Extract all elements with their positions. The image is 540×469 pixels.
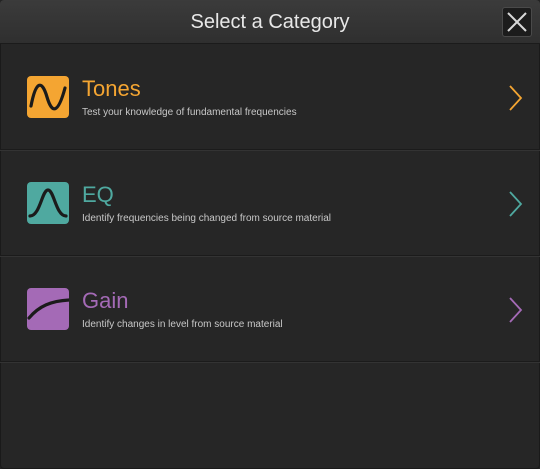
close-button[interactable] xyxy=(502,7,532,37)
category-title-eq: EQ xyxy=(82,182,114,207)
category-description-tones: Test your knowledge of fundamental frequ… xyxy=(82,107,297,118)
chevron-right-icon xyxy=(509,191,523,217)
dialog-header: Select a Category xyxy=(0,0,540,44)
close-x-icon xyxy=(507,12,527,32)
dialog-title: Select a Category xyxy=(190,11,350,33)
category-title-gain: Gain xyxy=(82,288,129,313)
category-description-gain: Identify changes in level from source ma… xyxy=(82,319,283,330)
category-title-tones: Tones xyxy=(82,76,141,101)
chevron-right-icon xyxy=(509,297,523,323)
category-row-eq[interactable]: EQ Identify frequencies being changed fr… xyxy=(0,150,540,256)
category-row-gain[interactable]: Gain Identify changes in level from sour… xyxy=(0,256,540,362)
category-description-eq: Identify frequencies being changed from … xyxy=(82,213,332,224)
bell-curve-icon xyxy=(27,182,69,224)
category-dialog: Select a Category Tones Test your knowle… xyxy=(0,0,540,469)
category-list: Tones Test your knowledge of fundamental… xyxy=(0,44,540,362)
chevron-right-icon xyxy=(509,85,523,111)
category-row-tones[interactable]: Tones Test your knowledge of fundamental… xyxy=(0,44,540,150)
sine-wave-icon xyxy=(27,76,69,118)
gain-curve-icon xyxy=(27,288,69,330)
